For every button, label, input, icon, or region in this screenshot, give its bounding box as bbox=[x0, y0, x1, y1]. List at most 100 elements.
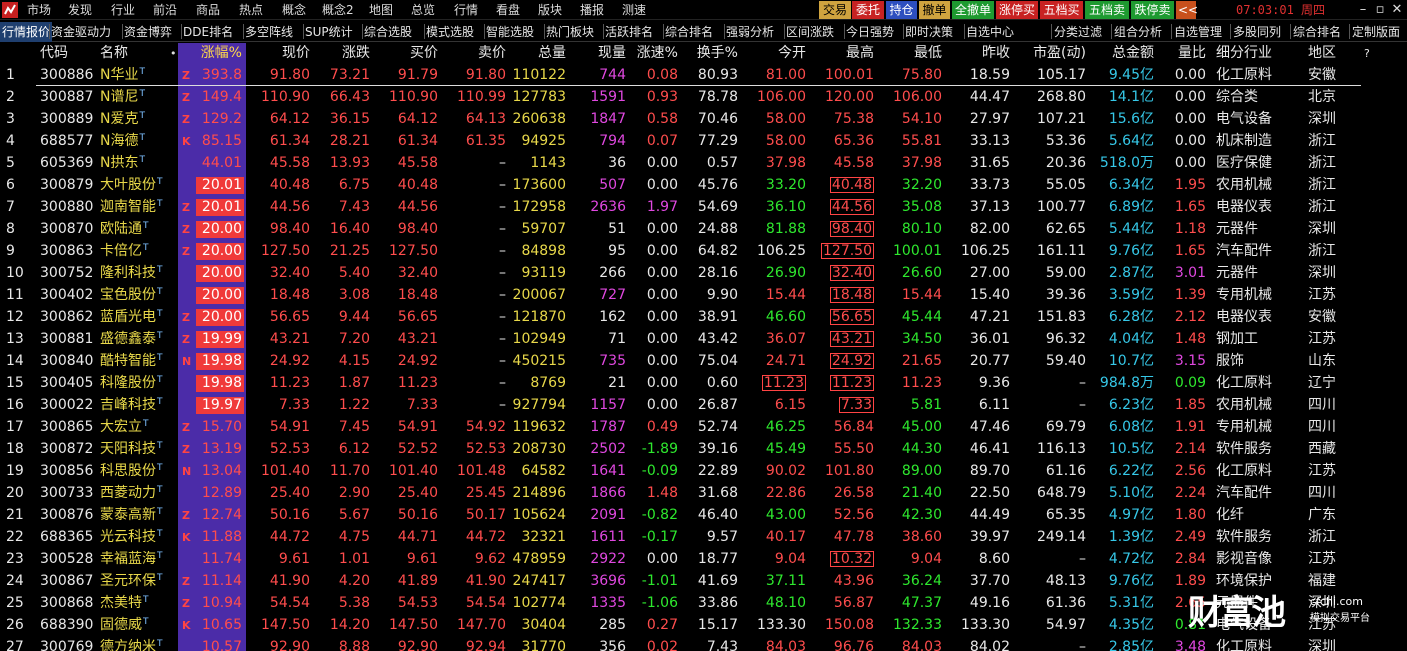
column-header-change[interactable]: 涨跌 bbox=[312, 43, 370, 64]
column-header-low[interactable]: 最低 bbox=[876, 43, 942, 64]
column-header-vr[interactable]: 量比 bbox=[1156, 43, 1206, 64]
table-row[interactable]: 8 300870 欧陆通T Z 20.00 98.40 16.40 98.40–59707 51… bbox=[0, 218, 1407, 240]
cell-low: 5.81 bbox=[910, 397, 942, 413]
trade-button-4[interactable]: 全撤单 bbox=[952, 1, 994, 19]
tab-left-6[interactable]: 综合选股 bbox=[364, 22, 412, 42]
menu-item-0[interactable]: 市场 bbox=[27, 0, 51, 20]
trade-button-6[interactable]: 五档买 bbox=[1040, 1, 1083, 19]
table-row[interactable]: 9 300863 卡倍亿T Z 20.00 127.50 21.25 127.50–84898… bbox=[0, 240, 1407, 262]
table-row[interactable]: 5 605369 N拱东T 44.01 45.58 13.93 45.58 – 1143 36 0.… bbox=[0, 152, 1407, 174]
tab-left-14[interactable]: 今日强势 bbox=[846, 22, 894, 42]
trade-button-8[interactable]: 跌停卖 bbox=[1131, 1, 1174, 19]
menu-item-3[interactable]: 前沿 bbox=[153, 0, 177, 20]
tab-left-0[interactable]: 行情报价 bbox=[0, 22, 53, 42]
cell-cur: 356 bbox=[599, 639, 626, 651]
menu-item-8[interactable]: 地图 bbox=[369, 0, 393, 20]
tab-left-8[interactable]: 智能选股 bbox=[486, 22, 534, 42]
tab-right-4[interactable]: 综合排名 bbox=[1293, 22, 1341, 42]
menu-item-9[interactable]: 总览 bbox=[411, 0, 435, 20]
table-row[interactable]: 20 300733 西菱动力T 12.89 25.40 2.90 25.40 25.45 214… bbox=[0, 482, 1407, 504]
app-logo-icon[interactable] bbox=[2, 2, 18, 18]
column-header-zf[interactable]: 涨幅% bbox=[178, 43, 242, 64]
trade-button-7[interactable]: 五档卖 bbox=[1085, 1, 1129, 19]
menu-item-5[interactable]: 热点 bbox=[239, 0, 263, 20]
table-row[interactable]: 2 300887 N谱尼T Z 149.4 110.90 66.43 110.90 110.99… bbox=[0, 86, 1407, 108]
table-row[interactable]: 27 300769 德方纳米T 10.57 92.90 8.88 92.90 92.94 317… bbox=[0, 636, 1407, 651]
column-header-idx[interactable] bbox=[6, 43, 30, 64]
restore-icon[interactable]: ▫ bbox=[1372, 2, 1388, 18]
tab-left-13[interactable]: 区间涨跌 bbox=[786, 22, 834, 42]
tab-left-7[interactable]: 模式选股 bbox=[426, 22, 474, 42]
table-row[interactable]: 3 300889 N爱克T Z 129.2 64.12 36.15 64.12 64.13 260… bbox=[0, 108, 1407, 130]
table-row[interactable]: 1 300886 N华业T Z 393.8 91.80 73.21 91.79 91.80 110… bbox=[0, 64, 1407, 86]
trade-button-0[interactable]: 交易 bbox=[819, 1, 851, 19]
tab-right-5[interactable]: 定制版面 bbox=[1352, 22, 1400, 42]
menu-item-12[interactable]: 版块 bbox=[538, 0, 562, 20]
trade-button-3[interactable]: 撤单 bbox=[919, 1, 950, 19]
trade-button-2[interactable]: 持仓 bbox=[886, 1, 917, 19]
table-row[interactable]: 15 300405 科隆股份T 19.98 11.23 1.87 11.23 – 8769 21 0… bbox=[0, 372, 1407, 394]
close-icon[interactable]: ✕ bbox=[1389, 2, 1405, 18]
column-header-amount[interactable]: 总金额 bbox=[1088, 43, 1154, 64]
column-header-code[interactable]: 代码 bbox=[40, 43, 102, 64]
menu-item-11[interactable]: 看盘 bbox=[496, 0, 520, 20]
column-header-name[interactable]: 名称 bbox=[100, 43, 180, 64]
column-header-cur[interactable]: 现量 bbox=[568, 43, 626, 64]
column-header-turnover[interactable]: 换手% bbox=[680, 43, 738, 64]
column-header-prev[interactable]: 昨收 bbox=[944, 43, 1010, 64]
column-header-price[interactable]: 现价 bbox=[246, 43, 310, 64]
table-row[interactable]: 17 300865 大宏立T Z 15.70 54.91 7.45 54.91 54.92 119… bbox=[0, 416, 1407, 438]
tab-left-1[interactable]: 资金驱动力 bbox=[51, 22, 111, 42]
tab-left-5[interactable]: SUP统计 bbox=[305, 22, 353, 42]
tab-left-15[interactable]: 即时决策 bbox=[905, 22, 953, 42]
tab-right-1[interactable]: 组合分析 bbox=[1114, 22, 1162, 42]
menu-item-2[interactable]: 行业 bbox=[111, 0, 135, 20]
table-row[interactable]: 4 688577 N海德T K 85.15 61.34 28.21 61.34 61.35 949… bbox=[0, 130, 1407, 152]
table-row[interactable]: 11 300402 宝色股份T 20.00 18.48 3.08 18.48 –200067 7… bbox=[0, 284, 1407, 306]
table-row[interactable]: 14 300840 酷特智能T N 19.98 24.92 4.15 24.92–450215… bbox=[0, 350, 1407, 372]
menu-item-4[interactable]: 商品 bbox=[196, 0, 220, 20]
column-header-industry[interactable]: 细分行业 bbox=[1216, 43, 1306, 64]
tab-left-9[interactable]: 热门板块 bbox=[546, 22, 594, 42]
trade-button-5[interactable]: 涨停买 bbox=[996, 1, 1038, 19]
menu-item-10[interactable]: 行情 bbox=[454, 0, 478, 20]
tab-right-3[interactable]: 多股同列 bbox=[1233, 22, 1281, 42]
table-row[interactable]: 12 300862 蓝盾光电T Z 20.00 56.65 9.44 56.65–121870… bbox=[0, 306, 1407, 328]
trade-button-1[interactable]: 委托 bbox=[852, 1, 884, 19]
table-row[interactable]: 22 688365 光云科技T K 11.88 44.72 4.75 44.71 44.72 32… bbox=[0, 526, 1407, 548]
menu-item-7[interactable]: 概念2 bbox=[322, 0, 354, 20]
menu-item-6[interactable]: 概念 bbox=[282, 0, 306, 20]
column-header-high[interactable]: 最高 bbox=[808, 43, 874, 64]
tab-left-11[interactable]: 综合排名 bbox=[665, 22, 713, 42]
column-header-help[interactable]: ? bbox=[1364, 43, 1378, 64]
trade-button-9[interactable]: << bbox=[1176, 1, 1198, 19]
tab-left-3[interactable]: DDE排名 bbox=[183, 22, 233, 42]
table-row[interactable]: 18 300872 天阳科技T Z 13.19 52.53 6.12 52.52 52.53 20… bbox=[0, 438, 1407, 460]
column-header-region[interactable]: 地区 bbox=[1308, 43, 1348, 64]
table-row[interactable]: 6 300879 大叶股份T 20.01 40.48 6.75 40.48 –173600 50… bbox=[0, 174, 1407, 196]
column-header-speed[interactable]: 涨速% bbox=[628, 43, 678, 64]
tab-right-0[interactable]: 分类过滤 bbox=[1054, 22, 1102, 42]
tab-left-16[interactable]: 自选中心 bbox=[966, 22, 1014, 42]
minimize-icon[interactable]: – bbox=[1355, 2, 1371, 18]
tab-right-2[interactable]: 自选管理 bbox=[1174, 22, 1222, 42]
table-row[interactable]: 7 300880 迦南智能T Z 20.01 44.56 7.43 44.56–172958 2… bbox=[0, 196, 1407, 218]
tab-left-2[interactable]: 资金博弈 bbox=[124, 22, 172, 42]
table-row[interactable]: 19 300856 科思股份T N 13.04 101.40 11.70 101.40 101.… bbox=[0, 460, 1407, 482]
menu-item-14[interactable]: 测速 bbox=[622, 0, 646, 20]
table-row[interactable]: 23 300528 幸福蓝海T 11.74 9.61 1.01 9.61 9.62 478959… bbox=[0, 548, 1407, 570]
table-row[interactable]: 21 300876 蒙泰高新T Z 12.74 50.16 5.67 50.16 50.17 10… bbox=[0, 504, 1407, 526]
tab-left-12[interactable]: 强弱分析 bbox=[726, 22, 774, 42]
column-header-buy[interactable]: 买价 bbox=[372, 43, 438, 64]
column-header-open[interactable]: 今开 bbox=[740, 43, 806, 64]
tab-left-4[interactable]: 多空阵线 bbox=[245, 22, 293, 42]
table-row[interactable]: 13 300881 盛德鑫泰T Z 19.99 43.21 7.20 43.21–102949… bbox=[0, 328, 1407, 350]
menu-item-1[interactable]: 发现 bbox=[68, 0, 92, 20]
column-header-pe[interactable]: 市盈(动) bbox=[1012, 43, 1086, 64]
menu-item-13[interactable]: 播报 bbox=[580, 0, 604, 20]
tab-left-10[interactable]: 活跃排名 bbox=[605, 22, 653, 42]
column-header-sell[interactable]: 卖价 bbox=[440, 43, 506, 64]
column-header-vol[interactable]: 总量 bbox=[508, 43, 566, 64]
table-row[interactable]: 16 300022 吉峰科技T 19.97 7.33 1.22 7.33–927794 115… bbox=[0, 394, 1407, 416]
table-row[interactable]: 10 300752 隆利科技T 20.00 32.40 5.40 32.40 –93119 26… bbox=[0, 262, 1407, 284]
